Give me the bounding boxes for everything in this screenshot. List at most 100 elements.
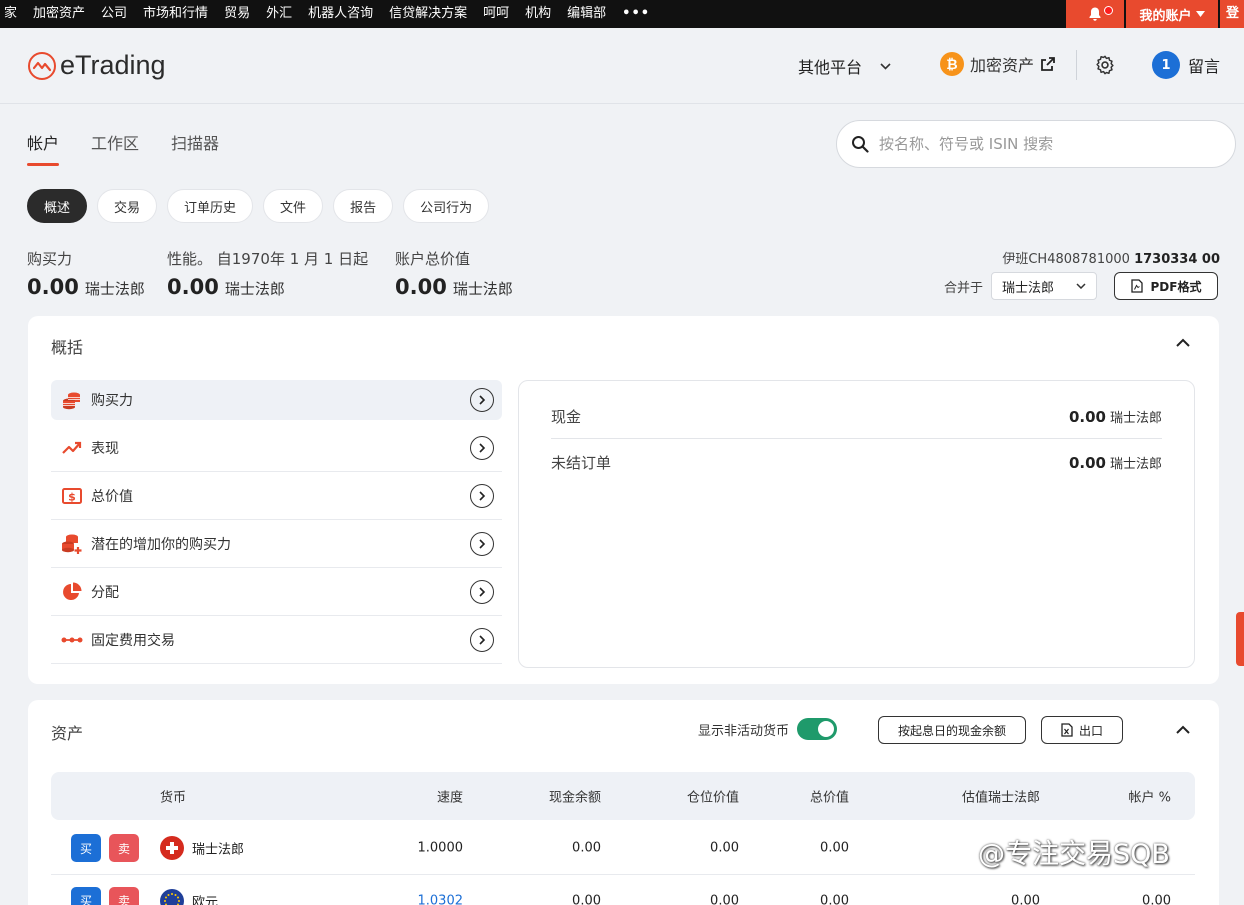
stat-value: 0.00 (27, 275, 79, 299)
pill-documents[interactable]: 文件 (263, 189, 324, 223)
currency-name: 瑞士法郎 (192, 842, 245, 858)
col-position-value[interactable]: 仓位价值 (687, 787, 739, 806)
summary-detail-panel: 现金 0.00 瑞士法郎 未结订单 0.00 瑞士法郎 (518, 380, 1195, 668)
stat-performance: 性能。 自1970年 1 月 1 日起 0.00 瑞士法郎 (167, 248, 368, 299)
chevron-right-circle-icon[interactable] (470, 435, 494, 460)
total-value: 0.00 (820, 893, 849, 905)
login-button[interactable]: 登 (1220, 0, 1244, 28)
export-button[interactable]: 出口 (1041, 716, 1123, 744)
pdf-button[interactable]: PDF格式 (1114, 272, 1218, 300)
collapse-chevron-up-icon[interactable] (1176, 725, 1190, 734)
my-account-button[interactable]: 我的账户 (1126, 0, 1218, 28)
chevron-right-circle-icon[interactable] (470, 579, 494, 604)
tab-scanner[interactable]: 扫描器 (171, 130, 219, 166)
svg-text:$: $ (68, 490, 76, 503)
notification-button[interactable] (1066, 0, 1124, 28)
menu-item-buying-power[interactable]: 购买力 (51, 380, 502, 420)
col-total-value[interactable]: 总价值 (810, 787, 849, 806)
pill-corporate-actions[interactable]: 公司行为 (403, 189, 490, 223)
iban-info: 伊班CH4808781000 1730334 00 (1002, 248, 1220, 267)
menu-item-performance[interactable]: 表现 (51, 424, 502, 472)
iban-number: 1730334 00 (1134, 252, 1220, 267)
menu-item-label: 潜在的增加你的购买力 (91, 536, 231, 553)
col-valuation-chf[interactable]: 估值瑞士法郎 (962, 787, 1040, 806)
chevron-down-icon (880, 62, 891, 70)
cash-by-value-date-button[interactable]: 按起息日的现金余额 (878, 716, 1026, 744)
etrading-logo[interactable]: eTrading (28, 50, 166, 81)
crypto-assets-label: 加密资产 (970, 56, 1035, 75)
nav-item-forex[interactable]: 外汇 (258, 0, 300, 28)
nav-item-markets[interactable]: 市场和行情 (135, 0, 216, 28)
col-currency[interactable]: 货币 (160, 787, 186, 806)
stat-label: 性能。 自1970年 1 月 1 日起 (167, 250, 369, 268)
detail-row-cash: 现金 0.00 瑞士法郎 (551, 395, 1162, 439)
coins-icon (61, 389, 83, 411)
rate-link[interactable]: 1.0302 (418, 893, 464, 905)
feedback-side-tab[interactable] (1236, 612, 1244, 666)
merge-currency-value: 瑞士法郎 (1002, 280, 1055, 296)
crypto-assets-link[interactable]: ₿ 加密资产 (940, 52, 1056, 76)
stat-currency: 瑞士法郎 (84, 280, 145, 298)
other-platform-label: 其他平台 (798, 58, 863, 77)
stat-label: 购买力 (27, 250, 73, 268)
header-divider (1076, 50, 1077, 80)
col-rate[interactable]: 速度 (437, 787, 463, 806)
eu-flag-icon (160, 888, 184, 905)
assets-card: 资产 显示非活动货币 按起息日的现金余额 出口 货币 速度 现金余额 仓位价值 … (28, 700, 1219, 905)
search-box[interactable] (836, 120, 1236, 168)
nav-item-institution[interactable]: 机构 (517, 0, 559, 28)
chevron-right-circle-icon[interactable] (470, 627, 494, 652)
nav-more-button[interactable]: ••• (614, 0, 658, 28)
watermark: @专注交易SQB (978, 839, 1170, 870)
other-platform-dropdown[interactable]: 其他平台 (798, 54, 891, 78)
chevron-right-circle-icon[interactable] (470, 388, 494, 412)
account-subtabs: 概述 交易 订单历史 文件 报告 公司行为 (27, 189, 490, 223)
messages-button[interactable]: 1 留言 (1152, 51, 1220, 79)
chevron-right-circle-icon[interactable] (470, 531, 494, 556)
pill-order-history[interactable]: 订单历史 (167, 189, 254, 223)
nav-item-credit[interactable]: 信贷解决方案 (381, 0, 475, 28)
col-cash-balance[interactable]: 现金余额 (549, 787, 601, 806)
sell-button[interactable]: 卖 (109, 834, 139, 862)
trend-up-icon (61, 437, 83, 459)
nav-item-trade[interactable]: 贸易 (216, 0, 258, 28)
external-link-icon (1041, 57, 1055, 71)
main-tabs: 帐户 工作区 扫描器 (27, 130, 219, 166)
nav-item-hehe[interactable]: 呵呵 (475, 0, 517, 28)
menu-item-allocation[interactable]: 分配 (51, 568, 502, 616)
merge-currency-select[interactable]: 瑞士法郎 (991, 272, 1098, 300)
nav-item-home[interactable]: 家 (0, 0, 25, 28)
tab-account[interactable]: 帐户 (27, 130, 60, 166)
pill-overview[interactable]: 概述 (27, 189, 88, 223)
col-account-pct[interactable]: 帐户 % (1129, 787, 1172, 806)
buy-button[interactable]: 买 (71, 834, 101, 862)
nav-item-robo[interactable]: 机器人咨询 (300, 0, 381, 28)
chevron-right-circle-icon[interactable] (470, 483, 494, 508)
collapse-chevron-up-icon[interactable] (1176, 338, 1190, 347)
summary-card: 概括 购买力 表现 $ 总价值 潜在的增加你的购买力 分配 固定费用交易 现金 … (28, 316, 1219, 684)
tab-workspace[interactable]: 工作区 (91, 130, 139, 166)
message-count-badge: 1 (1152, 51, 1180, 79)
top-nav: 家 加密资产 公司 市场和行情 贸易 外汇 机器人咨询 信贷解决方案 呵呵 机构… (0, 0, 1244, 28)
nav-item-crypto[interactable]: 加密资产 (25, 0, 93, 28)
nav-item-editorial[interactable]: 编辑部 (559, 0, 614, 28)
merge-label: 合并于 (944, 280, 984, 296)
search-input[interactable] (879, 135, 1199, 153)
pill-reports[interactable]: 报告 (333, 189, 394, 223)
settings-button[interactable] (1094, 54, 1116, 80)
show-inactive-toggle[interactable] (797, 718, 838, 740)
dots-line-icon (61, 629, 83, 651)
merge-currency: 合并于 瑞士法郎 (944, 272, 1098, 300)
chevron-down-icon (1076, 283, 1086, 289)
buy-button[interactable]: 买 (71, 886, 101, 905)
sell-button[interactable]: 卖 (109, 886, 139, 905)
nav-item-company[interactable]: 公司 (93, 0, 135, 28)
menu-item-total-value[interactable]: $ 总价值 (51, 472, 502, 520)
pill-transactions[interactable]: 交易 (97, 189, 158, 223)
search-icon (852, 136, 869, 153)
menu-item-fixed-fee-trading[interactable]: 固定费用交易 (51, 616, 502, 664)
menu-item-potential-buying-power[interactable]: 潜在的增加你的购买力 (51, 520, 502, 568)
stat-value: 0.00 (167, 275, 219, 299)
cash-value: 0.00 (572, 893, 601, 905)
my-account-label: 我的账户 (1139, 8, 1192, 24)
